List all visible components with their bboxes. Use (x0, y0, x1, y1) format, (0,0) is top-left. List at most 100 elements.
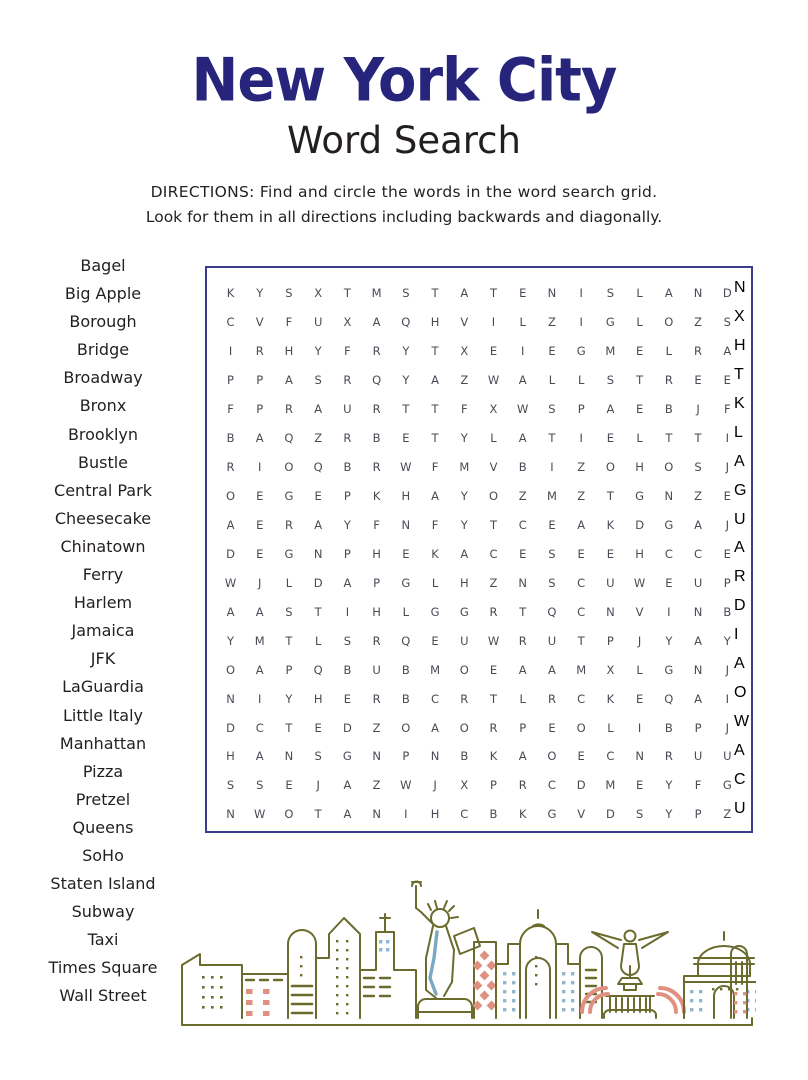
grid-cell: O (488, 489, 499, 504)
grid-cell: R (372, 633, 381, 648)
grid-cell: Z (314, 431, 323, 446)
grid-cell: G (734, 481, 747, 499)
grid-cell: S (548, 402, 556, 417)
grid-cell: F (431, 517, 439, 532)
grid-cell: L (636, 286, 644, 301)
grid-cell: R (255, 344, 264, 359)
grid-cell: A (255, 662, 264, 677)
grid-cell: L (607, 720, 614, 735)
grid-cell: R (284, 517, 294, 532)
grid-cell: E (256, 517, 264, 532)
grid-cell: O (664, 460, 674, 475)
antenna-building (359, 913, 417, 1019)
grid-cell: R (372, 402, 381, 417)
grid-cell: G (576, 344, 586, 359)
word-list-item: Wall Street (59, 986, 147, 1006)
grid-cell: N (430, 749, 440, 764)
grid-cell: Y (256, 286, 264, 301)
grid-cell: A (518, 431, 527, 446)
word-search-grid: KYSXTMSTATENISLANDCVFUXAQHVILZIGLOZSIRHY… (216, 279, 742, 829)
grid-cell: T (519, 604, 527, 619)
grid-cell: A (518, 749, 527, 764)
grid-cell: B (489, 807, 498, 822)
grid-cell: P (606, 633, 615, 648)
word-list-item: Pretzel (75, 789, 131, 809)
grid-cell: L (490, 431, 497, 446)
grid-cell: K (372, 489, 381, 504)
grid-cell: E (548, 344, 556, 359)
grid-cell: Q (313, 662, 323, 677)
grid-cell: Z (518, 489, 527, 504)
grid-cell: E (489, 344, 498, 359)
grid-cell: P (256, 402, 264, 417)
word-list-item: Staten Island (50, 874, 156, 894)
grid-cell: E (519, 546, 527, 561)
grid-cell: Q (372, 373, 382, 388)
word-list: Bagel Big Apple Borough Bridge Broadway Bronx… (10, 252, 196, 1011)
grid-cell: S (635, 807, 644, 822)
grid-cell: I (579, 431, 584, 446)
grid-cell: H (372, 604, 382, 619)
grid-cell: O (225, 662, 236, 677)
word-list-item: Subway (71, 902, 135, 922)
grid-cell: W (400, 460, 412, 475)
grid-cell: L (285, 575, 293, 590)
grid-cell: R (343, 373, 352, 388)
grid-cell: S (548, 575, 556, 590)
grid-cell: U (693, 749, 703, 764)
grid-cell: F (460, 402, 468, 417)
grid-cell: S (314, 373, 323, 388)
grid-cell: M (605, 344, 616, 359)
grid-cell: C (518, 517, 527, 532)
grid-cell: E (606, 546, 615, 561)
grid-cell: H (313, 691, 323, 706)
grid-cell: A (606, 402, 615, 417)
grid-cell: M (546, 489, 558, 504)
grid-cell: Q (284, 431, 294, 446)
grid-cell: Y (460, 489, 468, 504)
nyc-skyline-illustration (178, 866, 756, 1032)
grid-cell: H (635, 460, 645, 475)
grid-cell: Q (401, 315, 411, 330)
grid-cell: R (664, 373, 674, 388)
grid-cell: B (460, 749, 469, 764)
grid-cell: U (313, 315, 323, 330)
grid-cell: S (343, 633, 352, 648)
grid-cell: E (256, 546, 264, 561)
grid-cell: N (226, 691, 236, 706)
grid-cell: Y (314, 344, 322, 359)
grid-cell: Z (577, 489, 586, 504)
grid-cell: C (547, 778, 557, 793)
grid-cell: T (285, 720, 293, 735)
grid-cell: H (372, 546, 382, 561)
grid-cell: Y (402, 344, 410, 359)
grid-cell: H (635, 546, 645, 561)
grid-cell: W (400, 778, 412, 793)
word-list-item: Central Park (54, 480, 152, 500)
grid-cell: X (460, 778, 469, 793)
grid-cell: H (459, 575, 469, 590)
grid-cell: J (316, 778, 321, 793)
grid-cell: J (433, 778, 437, 793)
grid-cell: T (694, 431, 702, 446)
grid-cell: A (431, 373, 440, 388)
grid-cell: A (226, 517, 235, 532)
grid-cell: A (694, 517, 703, 532)
grid-cell: X (734, 307, 745, 325)
grid-cell: Y (665, 633, 673, 648)
grid-cell: T (431, 431, 439, 446)
grid-cell: P (694, 807, 702, 822)
grid-cell: B (664, 402, 673, 417)
grid-cell: C (226, 315, 235, 330)
grid-cell: C (694, 546, 703, 561)
grid-cell: P (373, 575, 381, 590)
grid-cell: F (344, 344, 351, 359)
grid-cell: N (693, 662, 703, 677)
directions-line-2: Look for them in all directions includin… (145, 208, 663, 227)
grid-cell: D (576, 778, 586, 793)
word-list-item: Brooklyn (67, 424, 139, 444)
grid-cell: T (606, 489, 615, 504)
word-list-item: Big Apple (64, 284, 142, 304)
grid-cell: E (519, 286, 527, 301)
grid-cell: E (256, 489, 264, 504)
